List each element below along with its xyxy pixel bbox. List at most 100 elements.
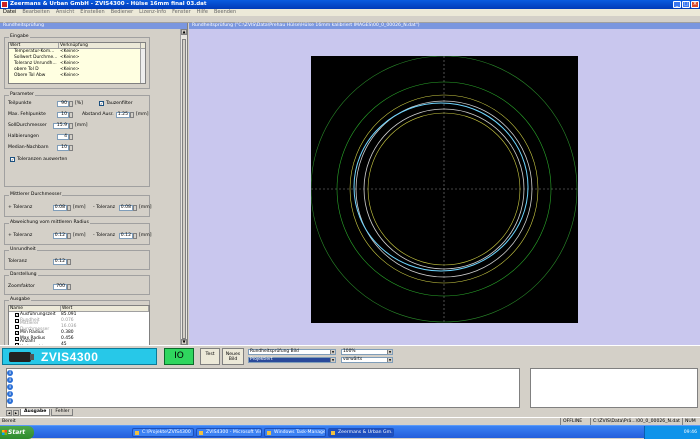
menu-einstellen[interactable]: Einstellen	[80, 9, 104, 16]
zoomfaktor-label: Zoomfaktor	[8, 284, 35, 289]
unrundheit-toleranz-field[interactable]: 0.12	[53, 259, 67, 265]
teilpunkte-spinner[interactable]	[69, 101, 73, 107]
checkbox-icon: ✓	[15, 313, 19, 317]
output-log[interactable]: i i i i i	[6, 368, 520, 408]
left-panel: Rundheitsprüfung ▲ ▼ Eingabe Wert Verknü…	[0, 23, 188, 359]
menu-fenster[interactable]: Fenster	[172, 9, 191, 16]
io-status-button[interactable]: IO	[164, 348, 194, 365]
col-verknuepfung[interactable]: Verknüpfung	[59, 43, 141, 48]
tauzenfilter-checkbox[interactable]: ✓	[99, 101, 104, 106]
teilpunkte-label: Teilpunkte	[8, 101, 32, 106]
col-name[interactable]: Name	[9, 306, 61, 311]
image-view-panel: Rundheitsprüfung ("C:\ZVIS\Data\Prehau H…	[189, 23, 700, 345]
plus-toleranz-spinner[interactable]	[67, 205, 71, 211]
menu-bearbeiten[interactable]: Bearbeiten	[22, 9, 49, 16]
tab-scroll-left[interactable]: ◀	[6, 410, 12, 416]
chevron-down-icon: ▼	[387, 350, 392, 354]
view-select-value: Rundheitsprüfung Bild	[250, 349, 299, 354]
scroll-thumb[interactable]	[182, 39, 186, 339]
eingabe-list[interactable]: Wert Verknüpfung Temperatur-Kom... <Keine…	[8, 42, 146, 84]
mittlerer-durchmesser-label: Mittlerer Durchmesser	[9, 192, 63, 197]
plus-toleranz-label: + Toleranz	[8, 205, 33, 210]
output-log-secondary[interactable]	[530, 368, 698, 408]
neues-bild-button[interactable]: Neues Bild	[222, 348, 244, 365]
unrundheit-toleranz-spinner[interactable]	[67, 259, 71, 265]
minus-toleranz-spinner[interactable]	[133, 205, 137, 211]
max-fehlpunkte-spinner[interactable]	[69, 112, 73, 118]
zoomfaktor-field[interactable]: 700	[53, 284, 67, 290]
abstand-field[interactable]: 1.25	[116, 112, 130, 118]
col-wert[interactable]: Wert	[9, 43, 59, 48]
status-text: Bereit	[2, 419, 16, 424]
taskbar-item-task-manager[interactable]: Windows Task-Manager	[264, 428, 326, 437]
menu-datei[interactable]: Datei	[3, 9, 16, 16]
abw-minus-toleranz-label: - Toleranz	[93, 233, 116, 238]
zoomfaktor-spinner[interactable]	[67, 284, 71, 290]
test-button[interactable]: Test	[200, 348, 220, 365]
window-title: Zeermans & Urban GmbH - ZVIS4300 - Hülse…	[10, 1, 207, 7]
zvis-logo: ZVIS4300	[2, 348, 157, 365]
menu-beenden[interactable]: Beenden	[214, 9, 236, 16]
toleranzen-auswerten-checkbox[interactable]: ✓	[10, 157, 15, 162]
start-label: Start	[8, 429, 26, 436]
taskbar: Start C:\Projekte\ZVIS4300 ZVIS4300 - Mi…	[0, 425, 700, 439]
tab-fehler[interactable]: Fehler	[51, 409, 74, 416]
median-nachbarn-field[interactable]: 10	[57, 145, 69, 151]
menu-bar: Datei Bearbeiten Ansicht Einstellen Bedi…	[0, 9, 700, 16]
info-icon: i	[7, 370, 13, 376]
mode-select-value: Projektiert	[250, 357, 273, 362]
taskbar-item-projekte[interactable]: C:\Projekte\ZVIS4300	[132, 428, 194, 437]
scroll-up-arrow[interactable]: ▲	[181, 29, 187, 35]
abw-minus-toleranz-field[interactable]: 0.12	[119, 233, 133, 239]
solldurchmesser-spinner[interactable]	[69, 123, 73, 129]
abstand-spinner[interactable]	[130, 112, 134, 118]
plus-toleranz-field[interactable]: 0.08	[53, 205, 67, 211]
abw-plus-toleranz-spinner[interactable]	[67, 233, 71, 239]
close-button[interactable]: ×	[691, 1, 699, 8]
menu-hilfe[interactable]: Hilfe	[197, 9, 208, 16]
median-nachbarn-spinner[interactable]	[69, 145, 73, 151]
direction-select[interactable]: vorwärts ▼	[341, 357, 393, 363]
list-item[interactable]: Obere Tol Abw <Keine>	[9, 73, 145, 79]
clock[interactable]: 09:46	[684, 430, 697, 435]
solldurchmesser-field[interactable]: 15.9	[53, 123, 69, 129]
windows-logo-icon	[2, 430, 7, 435]
halbierungen-spinner[interactable]	[69, 134, 73, 140]
max-fehlpunkte-label: Max. Fehlpunkte	[8, 112, 46, 117]
maximize-button[interactable]: □	[682, 1, 690, 8]
minus-toleranz-field[interactable]: 0.08	[119, 205, 133, 211]
output-tabs: ◀ ▶ Ausgabe Fehler	[6, 408, 74, 416]
left-panel-scrollbar[interactable]: ▲ ▼	[180, 29, 187, 345]
checkbox-icon: ✓	[15, 331, 19, 335]
col-wert-out[interactable]: Wert	[61, 306, 149, 311]
halbierungen-field[interactable]: 4	[57, 134, 69, 140]
tab-ausgabe[interactable]: Ausgabe	[20, 409, 51, 416]
taskbar-item-visual-studio[interactable]: ZVIS4300 - Microsoft Vis...	[196, 428, 262, 437]
abw-plus-toleranz-field[interactable]: 0.12	[53, 233, 67, 239]
menu-ansicht[interactable]: Ansicht	[56, 9, 74, 16]
zoom-select[interactable]: 100% ▼	[341, 349, 393, 355]
ausgabe-label: Ausgabe	[9, 297, 31, 302]
menu-bediener[interactable]: Bediener	[111, 9, 133, 16]
tab-scroll-right[interactable]: ▶	[13, 410, 19, 416]
mittlerer-durchmesser-group: Mittlerer Durchmesser + Toleranz 0.08 [m…	[4, 192, 152, 217]
eingabe-list-scrollbar[interactable]	[140, 49, 145, 83]
eingabe-group: Eingabe Wert Verknüpfung Temperatur-Kom.…	[4, 34, 150, 89]
start-button[interactable]: Start	[0, 426, 34, 439]
view-select[interactable]: Rundheitsprüfung Bild ▼	[248, 349, 336, 355]
menu-lizenz-info[interactable]: Lizenz-Info	[139, 9, 166, 16]
abw-plus-toleranz-unit: [mm]	[73, 233, 86, 238]
checkbox-icon: ✓	[15, 325, 19, 329]
chevron-down-icon: ▼	[387, 358, 392, 362]
teilpunkte-field[interactable]: 90	[57, 101, 69, 107]
minimize-button[interactable]: _	[673, 1, 681, 8]
max-fehlpunkte-field[interactable]: 10	[57, 112, 69, 118]
median-nachbarn-label: Median-Nachbarn	[8, 145, 49, 150]
unrundheit-toleranz-label: Toleranz	[8, 259, 27, 264]
eingabe-label: Eingabe	[9, 34, 30, 39]
taskbar-item-zvis[interactable]: Zeermans & Urban Gm...	[328, 428, 394, 437]
mode-select[interactable]: Projektiert ▼	[248, 357, 336, 363]
abw-minus-toleranz-spinner[interactable]	[133, 233, 137, 239]
chevron-down-icon: ▼	[330, 358, 335, 362]
roundness-plot[interactable]	[310, 55, 578, 323]
